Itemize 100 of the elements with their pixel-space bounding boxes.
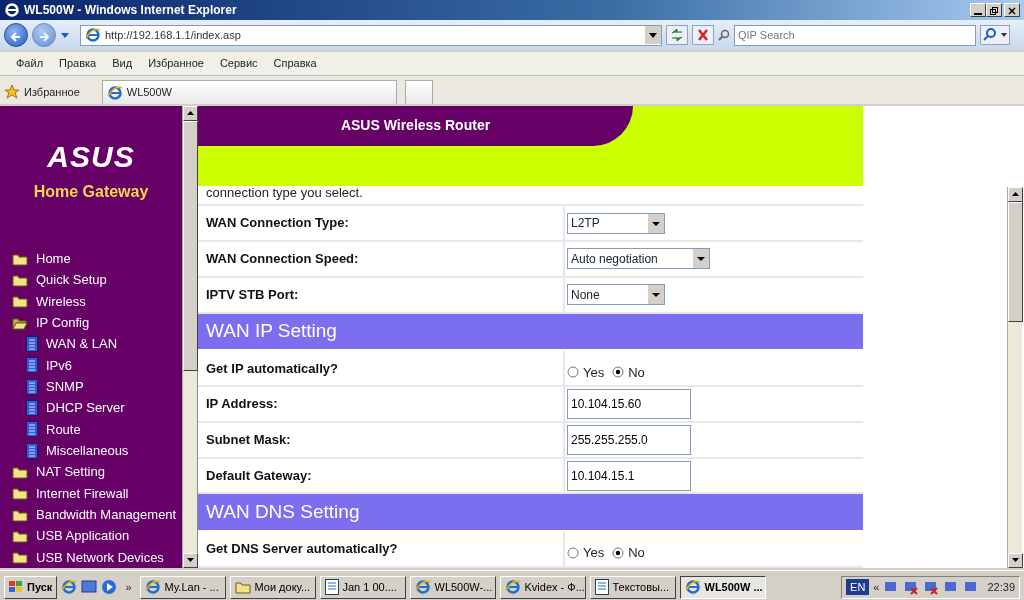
down-arrow-icon [1012, 558, 1019, 563]
restore-button[interactable] [986, 3, 1002, 17]
text-input[interactable]: 10.104.15.1 [567, 460, 691, 491]
search-icon[interactable] [980, 25, 1010, 45]
field-label: WAN Connection Speed: [205, 250, 360, 269]
media-player-icon[interactable] [101, 579, 118, 595]
ie-icon [106, 84, 123, 101]
text-input[interactable]: 10.104.15.60 [567, 389, 691, 419]
address-field[interactable]: http://192.168.1.1/index.asp [80, 24, 662, 46]
star-icon [4, 83, 20, 100]
taskbar-button[interactable]: My.Lan - ... [139, 575, 226, 599]
window-title: WL500W - Windows Internet Explorer [24, 2, 237, 19]
sidebar-item[interactable]: Wireless [0, 290, 182, 312]
scroll-up-button[interactable] [183, 106, 198, 121]
text-input[interactable]: 255.255.255.0 [567, 424, 691, 455]
minimize-button[interactable] [970, 3, 986, 17]
menu-item[interactable]: Сервис [219, 55, 258, 72]
search-field[interactable]: QIP Search [734, 24, 976, 46]
radio-button[interactable] [612, 547, 625, 560]
radio-option[interactable]: No [612, 362, 645, 382]
sidebar-item[interactable]: Internet Firewall [0, 482, 182, 504]
folder-icon [12, 507, 28, 522]
scroll-up-button[interactable] [1008, 187, 1023, 202]
field-label: WAN Connection Type: [205, 214, 350, 233]
stop-icon[interactable] [692, 25, 714, 45]
close-button[interactable] [1004, 3, 1020, 17]
refresh-icon[interactable] [666, 25, 688, 45]
page-icon [26, 399, 38, 416]
vertical-scrollbar[interactable] [182, 106, 197, 568]
menu-item[interactable]: Избранное [148, 55, 204, 72]
ie-icon [144, 579, 161, 595]
taskbar-button[interactable]: Jan 1 00.... [319, 575, 406, 599]
windows-logo-icon [9, 581, 23, 593]
ie-icon[interactable] [61, 579, 78, 595]
dropdown[interactable]: Auto negotiation [567, 248, 710, 270]
up-arrow-icon [1012, 192, 1019, 197]
taskbar-button[interactable]: Kvidex - Ф... [499, 575, 586, 599]
section-header: WAN DNS Setting [198, 494, 863, 533]
radio-option[interactable]: No [612, 543, 645, 563]
sidebar-item[interactable]: Bandwidth Management [0, 503, 182, 526]
taskbar-button[interactable]: Мои доку... [229, 575, 316, 599]
page-icon [26, 421, 38, 438]
radio-option[interactable]: Yes [567, 362, 605, 382]
dropdown[interactable]: None [567, 284, 665, 306]
page-icon [26, 378, 38, 395]
taskbar-button[interactable]: WL500W ... [679, 575, 766, 599]
language-indicator[interactable]: EN [846, 578, 870, 596]
ie-icon [684, 579, 701, 595]
scrollbar-thumb[interactable] [183, 121, 198, 371]
back-button[interactable] [4, 23, 28, 47]
radio-button[interactable] [567, 366, 579, 379]
field-label: IPTV STB Port: [205, 286, 300, 304]
radio-button[interactable] [567, 547, 579, 560]
forward-arrow-icon [38, 30, 50, 43]
sidebar-item[interactable]: NAT Setting [0, 461, 182, 483]
folder-icon [234, 580, 251, 594]
radio-option[interactable]: Yes [567, 543, 605, 563]
favorites-link[interactable]: Избранное [24, 83, 80, 100]
sidebar-item[interactable]: Home [0, 248, 182, 270]
folder-icon [12, 251, 28, 266]
folder-icon [12, 464, 28, 479]
dropdown-icon[interactable] [645, 26, 661, 44]
up-arrow-icon [187, 111, 194, 116]
sidebar-item[interactable]: DHCP Server [0, 397, 182, 419]
scrollbar-thumb[interactable] [1008, 202, 1023, 322]
tray-icon[interactable] [923, 579, 940, 595]
radio-button[interactable] [612, 366, 625, 379]
tray-toggle[interactable]: « [873, 578, 880, 596]
sidebar-item[interactable]: IP Config [0, 312, 182, 334]
menu-item[interactable]: Файл [16, 55, 44, 72]
logo: ASUS [47, 142, 135, 172]
menu-item[interactable]: Правка [59, 55, 97, 72]
sidebar-item[interactable]: Route [0, 418, 182, 440]
forward-button[interactable] [32, 23, 56, 47]
taskbar-button[interactable]: WL500W-... [409, 575, 496, 599]
scroll-down-button[interactable] [1008, 553, 1023, 568]
dropdown[interactable]: L2TP [567, 212, 665, 234]
taskbar-button[interactable]: Текстовы... [589, 575, 676, 599]
ie-icon [504, 579, 521, 595]
folder-icon [12, 294, 28, 309]
sidebar-item[interactable]: WAN & LAN [0, 333, 182, 355]
sidebar-item[interactable]: SNMP [0, 375, 182, 398]
sidebar-item[interactable]: USB Network Devices [0, 546, 182, 568]
sidebar-item[interactable]: Miscellaneous [0, 439, 182, 462]
sidebar-item[interactable]: IPv6 [0, 354, 182, 376]
sidebar-item[interactable]: Quick Setup [0, 269, 182, 291]
tray-icon[interactable] [903, 579, 920, 595]
sidebar-item[interactable]: USB Application [0, 525, 182, 547]
menu-item[interactable]: Вид [112, 55, 133, 72]
vertical-scrollbar[interactable] [1007, 187, 1022, 568]
field-label: IP Address: [205, 395, 279, 414]
browser-tab[interactable]: WL500W [101, 80, 397, 104]
more-button[interactable]: » [121, 578, 136, 596]
start-button[interactable]: Пуск [4, 575, 58, 599]
menu-item[interactable]: Справка [273, 55, 317, 72]
page-icon [26, 357, 38, 374]
field-label: Default Gateway: [205, 466, 313, 485]
scroll-down-button[interactable] [183, 553, 198, 568]
section-header: WAN IP Setting [198, 313, 863, 352]
document-icon [324, 579, 339, 595]
